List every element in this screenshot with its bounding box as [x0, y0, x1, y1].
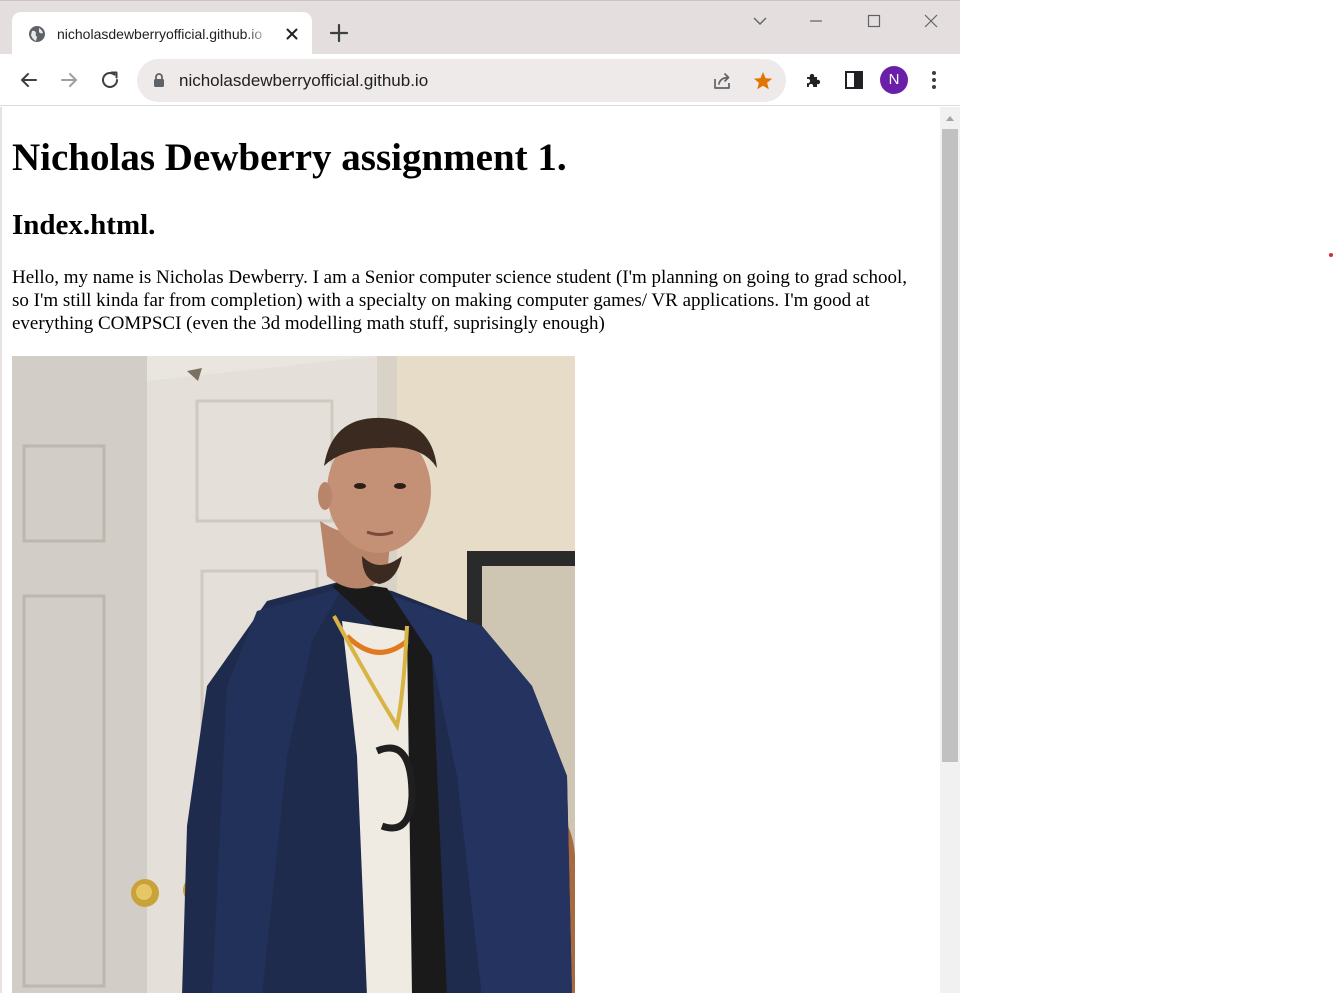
- window-close-icon[interactable]: [919, 9, 943, 33]
- scrollbar-thumb[interactable]: [942, 129, 958, 762]
- portrait-photo-illustration: [12, 356, 575, 993]
- active-tab[interactable]: nicholasdewberryofficial.github.io: [12, 12, 312, 55]
- vertical-scrollbar[interactable]: [940, 107, 960, 993]
- profile-photo: [12, 356, 575, 993]
- browser-window: nicholasdewberryofficial.github.io nicho…: [0, 0, 960, 993]
- page-viewport: Nicholas Dewberry assignment 1. Index.ht…: [2, 107, 940, 993]
- tab-title: nicholasdewberryofficial.github.io: [57, 26, 263, 42]
- side-panel-icon[interactable]: [842, 68, 866, 92]
- address-bar[interactable]: nicholasdewberryofficial.github.io: [137, 59, 786, 102]
- back-arrow-icon[interactable]: [17, 68, 41, 92]
- page-heading: Nicholas Dewberry assignment 1.: [12, 136, 567, 179]
- page-subheading: Index.html.: [12, 209, 156, 241]
- plus-icon[interactable]: [328, 22, 350, 44]
- close-icon[interactable]: [282, 24, 302, 44]
- share-icon[interactable]: [711, 70, 733, 92]
- browser-toolbar: nicholasdewberryofficial.github.io N: [0, 54, 960, 106]
- tab-strip: nicholasdewberryofficial.github.io: [0, 0, 960, 55]
- scroll-up-arrow-icon[interactable]: [944, 113, 956, 123]
- lock-icon[interactable]: [151, 72, 167, 88]
- star-icon[interactable]: [751, 69, 775, 93]
- puzzle-icon[interactable]: [802, 68, 826, 92]
- reload-icon[interactable]: [98, 68, 122, 92]
- url-text[interactable]: nicholasdewberryofficial.github.io: [179, 70, 428, 92]
- desktop-red-dot: [1329, 253, 1333, 257]
- globe-icon: [29, 26, 45, 42]
- minimize-icon[interactable]: [804, 9, 828, 33]
- forward-arrow-icon[interactable]: [57, 68, 81, 92]
- maximize-icon[interactable]: [862, 9, 886, 33]
- kebab-menu-icon[interactable]: [922, 68, 946, 92]
- intro-paragraph: Hello, my name is Nicholas Dewberry. I a…: [12, 267, 907, 334]
- profile-avatar[interactable]: N: [880, 66, 908, 94]
- chevron-down-icon[interactable]: [748, 9, 772, 33]
